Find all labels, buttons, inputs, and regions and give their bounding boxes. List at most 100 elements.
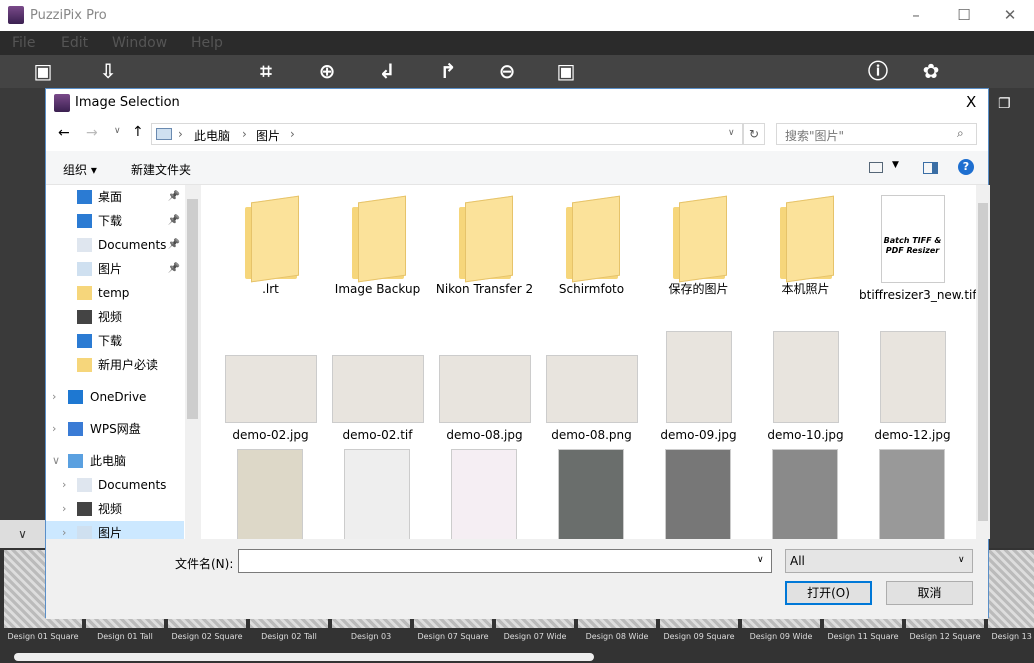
address-dropdown-icon[interactable]: ∨ (728, 128, 735, 138)
address-bar[interactable]: › 此电脑 › 图片 › ∨ (151, 123, 743, 145)
navigation-pane: 桌面 📌 下载 📌 Documents 📌 图片 📌 temp 视频下载 新用户必读 › OneDriv… (46, 185, 200, 545)
menu-edit[interactable]: Edit (61, 35, 88, 51)
strip-scrollbar[interactable] (14, 653, 594, 661)
folder-icon (672, 195, 727, 283)
file-item[interactable]: Nikon Transfer 2 (431, 185, 538, 298)
expand-chevron-icon[interactable]: › (62, 497, 66, 521)
nav-item[interactable]: 下载 (46, 329, 184, 353)
nav-item[interactable]: 下载 📌 (46, 209, 184, 233)
view-options-icon[interactable] (869, 162, 883, 173)
file-name: demo-09.jpg (660, 428, 737, 442)
breadcrumb-this-pc[interactable]: 此电脑 (194, 127, 230, 144)
file-name: .lrt (262, 282, 279, 296)
collapse-chevron-icon[interactable]: ∨ (0, 520, 45, 548)
nav-item[interactable]: temp (46, 281, 184, 305)
image-thumbnail (879, 331, 946, 423)
cancel-button[interactable]: 取消 (886, 581, 973, 605)
folder-icon (77, 502, 92, 516)
folder-icon (77, 238, 92, 252)
crop-icon[interactable]: ⌗ (253, 59, 279, 83)
nav-scrollbar[interactable] (185, 185, 200, 539)
image-thumbnail[interactable] (879, 449, 945, 539)
file-item[interactable]: demo-09.jpg (645, 331, 752, 444)
nav-item[interactable]: › OneDrive (46, 385, 184, 409)
back-button[interactable]: ← (58, 125, 70, 141)
file-name: demo-02.tif (342, 428, 413, 442)
file-item[interactable]: demo-12.jpg (859, 331, 966, 444)
nav-item-label: 视频 (98, 310, 123, 324)
file-item[interactable]: Image Backup (324, 185, 431, 298)
up-button[interactable]: ↑ (132, 124, 144, 140)
folder-icon (77, 190, 92, 204)
folder-icon (244, 195, 299, 283)
design-thumbnail[interactable] (988, 550, 1034, 628)
zoom-in-icon[interactable]: ⊕ (314, 59, 340, 83)
content-scrollbar[interactable] (976, 185, 990, 539)
file-item[interactable]: 本机照片 (752, 185, 859, 298)
dialog-close-button[interactable]: X (966, 93, 976, 111)
nav-item[interactable]: › Documents (46, 473, 184, 497)
file-type-select[interactable]: All ∨ (785, 549, 973, 573)
image-thumbnail[interactable] (344, 449, 410, 539)
file-item[interactable]: demo-02.tif (324, 331, 431, 444)
open-image-icon[interactable]: ▣ (30, 59, 56, 83)
design-label: Design 08 Wide (585, 632, 649, 641)
menu-window[interactable]: Window (112, 35, 167, 51)
file-item[interactable]: demo-08.png (538, 331, 645, 444)
file-name: 保存的图片 (668, 282, 729, 296)
menu-file[interactable]: File (12, 35, 35, 51)
forward-button[interactable]: → (86, 125, 98, 141)
file-item[interactable]: demo-10.jpg (752, 331, 859, 444)
search-input[interactable]: 搜索"图片" ⌕ (776, 123, 977, 145)
file-item[interactable]: Schirmfoto (538, 185, 645, 298)
nav-item[interactable]: 图片 📌 (46, 257, 184, 281)
image-thumbnail[interactable] (558, 449, 624, 539)
file-item[interactable]: 保存的图片 (645, 185, 752, 298)
app-titlebar: PuzziPix Pro – ☐ ✕ (0, 0, 1034, 31)
help-icon[interactable]: ? (958, 159, 974, 175)
nav-item[interactable]: › WPS网盘 (46, 417, 184, 441)
fit-image-icon[interactable]: ▣ (553, 59, 579, 83)
nav-item[interactable]: 桌面 📌 (46, 185, 184, 209)
nav-item[interactable]: › 视频 (46, 497, 184, 521)
save-icon[interactable]: ⇩ (95, 59, 121, 83)
open-button[interactable]: 打开(O) (785, 581, 872, 605)
info-icon[interactable]: ⓘ (865, 59, 891, 83)
expand-chevron-icon[interactable]: ∨ (52, 449, 60, 473)
image-thumbnail[interactable] (237, 449, 303, 539)
filename-input[interactable]: ∨ (238, 549, 772, 573)
recent-dropdown[interactable]: ∨ (114, 126, 121, 136)
nav-item[interactable]: 新用户必读 (46, 353, 184, 377)
file-item[interactable]: .lrt (217, 185, 324, 298)
nav-item[interactable]: ∨ 此电脑 (46, 449, 184, 473)
breadcrumb-pictures[interactable]: 图片 (256, 127, 280, 144)
folder-icon (779, 195, 834, 283)
file-item[interactable]: demo-02.jpg (217, 331, 324, 444)
organize-button[interactable]: 组织 ▾ (63, 161, 97, 178)
settings-icon[interactable]: ✿ (918, 59, 944, 83)
nav-item[interactable]: 视频 (46, 305, 184, 329)
nav-item[interactable]: Documents 📌 (46, 233, 184, 257)
expand-chevron-icon[interactable]: › (52, 385, 56, 409)
file-item[interactable]: Batch TIFF & PDF Resizer btiffresizer3_ne… (859, 185, 976, 304)
nav-item-label: Documents (98, 238, 167, 252)
view-dropdown-icon[interactable]: ▼ (892, 160, 899, 170)
minimize-button[interactable]: – (906, 6, 926, 24)
zoom-out-icon[interactable]: ⊖ (494, 59, 520, 83)
rotate-left-icon[interactable]: ↲ (374, 59, 400, 83)
file-name: demo-08.jpg (446, 428, 523, 442)
file-item[interactable]: demo-08.jpg (431, 331, 538, 444)
maximize-button[interactable]: ☐ (954, 6, 974, 24)
menu-help[interactable]: Help (191, 35, 223, 51)
refresh-button[interactable]: ↻ (743, 123, 765, 145)
new-folder-button[interactable]: 新建文件夹 (131, 161, 191, 178)
rotate-right-icon[interactable]: ↱ (435, 59, 461, 83)
image-thumbnail[interactable] (772, 449, 838, 539)
close-button[interactable]: ✕ (1000, 6, 1020, 24)
preview-pane-icon[interactable] (923, 162, 938, 174)
image-thumbnail[interactable] (665, 449, 731, 539)
copy-icon[interactable]: ❐ (998, 96, 1011, 112)
expand-chevron-icon[interactable]: › (52, 417, 56, 441)
image-thumbnail[interactable] (451, 449, 517, 539)
expand-chevron-icon[interactable]: › (62, 473, 66, 497)
